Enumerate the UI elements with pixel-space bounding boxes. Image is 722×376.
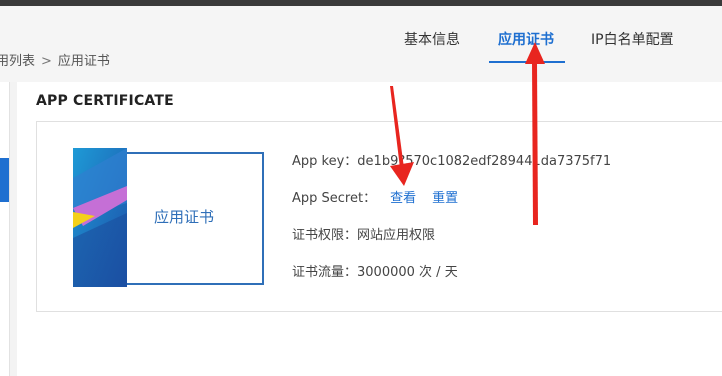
certificate-image: 应用证书 — [73, 148, 264, 287]
certificate-badge-label: 应用证书 — [154, 208, 215, 226]
reset-secret-button[interactable]: 重置 — [432, 191, 458, 206]
view-secret-button[interactable]: 查看 — [390, 191, 416, 206]
breadcrumb-current: 应用证书 — [57, 54, 110, 69]
app-key-row: App key：de1b9?570c1082edf289441da7375f71 — [292, 150, 611, 169]
permission-row: 证书权限：网站应用权限 — [292, 224, 435, 243]
traffic-label: 证书流量： — [292, 265, 358, 280]
app-secret-label: App Secret： — [292, 191, 377, 206]
traffic-value: 3000000 次 / 天 — [357, 265, 458, 280]
app-secret-row: App Secret： 查看 重置 — [292, 187, 458, 206]
app-key-value: de1b9?570c1082edf289441da7375f71 — [357, 154, 612, 169]
breadcrumb-parent[interactable]: 用列表 — [0, 54, 35, 69]
breadcrumb-separator: > — [41, 54, 52, 69]
tab-ip-whitelist[interactable]: IP白名单配置 — [591, 29, 674, 49]
section-title: APP CERTIFICATE — [36, 93, 174, 109]
tab-app-certificate[interactable]: 应用证书 — [498, 29, 554, 49]
breadcrumb: 用列表 > 应用证书 — [0, 50, 110, 69]
tab-basic-info[interactable]: 基本信息 — [404, 29, 460, 49]
certificate-graphic-icon — [73, 148, 127, 287]
sidebar — [0, 82, 10, 376]
sidebar-active-item[interactable] — [0, 158, 9, 202]
app-key-label: App key： — [292, 154, 358, 169]
traffic-row: 证书流量：3000000 次 / 天 — [292, 261, 458, 280]
permission-label: 证书权限： — [292, 228, 358, 243]
permission-value: 网站应用权限 — [357, 228, 436, 243]
active-tab-indicator — [489, 61, 565, 63]
